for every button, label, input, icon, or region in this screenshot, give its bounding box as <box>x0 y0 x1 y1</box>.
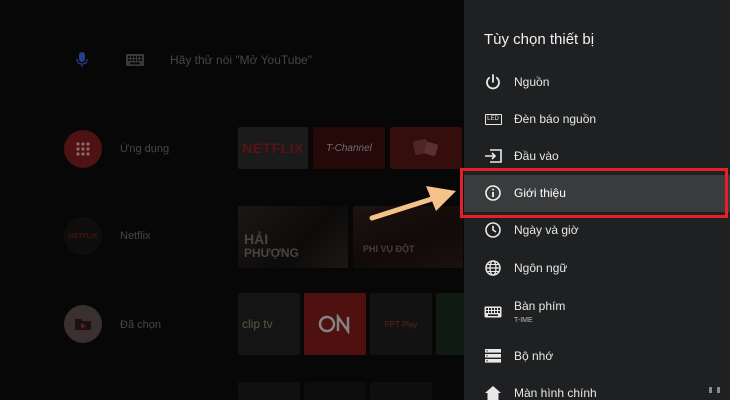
menu-label: Ngày và giờ <box>514 223 579 237</box>
menu-item-language[interactable]: Ngôn ngữ <box>464 250 730 287</box>
menu-item-home-screen[interactable]: Màn hình chính <box>464 375 730 400</box>
menu-sublabel: T-IME <box>514 317 533 324</box>
bottom-tile[interactable] <box>238 382 300 400</box>
movie1-title-line2: PHƯỢNG <box>244 246 299 260</box>
led-icon-text: LED <box>484 113 502 125</box>
tchannel-app-label: T-Channel <box>326 142 372 154</box>
storage-icon <box>484 347 502 365</box>
netflix-app-tile[interactable]: NETFLIX <box>238 127 308 169</box>
power-icon <box>484 73 502 91</box>
menu-label: Đầu vào <box>514 149 559 163</box>
menu-item-power[interactable]: Nguồn <box>464 64 730 101</box>
scroll-indicator-icon <box>709 387 720 393</box>
bottom-tile[interactable] <box>370 382 432 400</box>
movie-tile-phi-vu[interactable]: PHI VỤ ĐỘT <box>353 206 463 268</box>
game-app-tile[interactable] <box>390 127 462 169</box>
menu-label: Giới thiệu <box>514 186 566 200</box>
on-app-tile[interactable]: ON <box>304 293 366 355</box>
playlist-folder-icon[interactable] <box>64 305 102 343</box>
menu-label: Bàn phím <box>514 299 566 313</box>
info-icon <box>484 184 502 202</box>
input-icon <box>484 147 502 165</box>
bottom-tile[interactable] <box>304 382 366 400</box>
movie-tile-hai-phuong[interactable]: HẢI PHƯỢNG <box>238 206 348 268</box>
mic-icon[interactable] <box>76 52 88 68</box>
cliptv-app-label: clip tv <box>242 317 273 331</box>
row-label-selected: Đã chọn <box>120 319 161 331</box>
movie1-title-line1: HẢI <box>244 231 269 247</box>
cliptv-app-tile[interactable]: clip tv <box>238 293 300 355</box>
clock-icon <box>484 221 502 239</box>
netflix-app-label: NETFLIX <box>242 140 304 156</box>
menu-item-storage[interactable]: Bộ nhớ <box>464 338 730 375</box>
search-hint: Hãy thử nói "Mở YouTube" <box>170 53 313 67</box>
netflix-logo-icon[interactable]: NETFLIX <box>64 217 102 255</box>
apps-grid-icon[interactable] <box>64 130 102 168</box>
fptplay-app-label: FPT Play <box>384 319 418 329</box>
menu-item-input[interactable]: Đầu vào <box>464 138 730 175</box>
globe-icon <box>484 259 502 277</box>
partial-app-tile[interactable] <box>436 293 466 355</box>
menu-item-about[interactable]: Giới thiệu <box>464 175 730 212</box>
device-options-panel: Tùy chọn thiết bị Nguồn LED Đèn báo nguồ… <box>464 0 730 400</box>
row-label-netflix: Netflix <box>120 230 151 242</box>
menu-item-date-time[interactable]: Ngày và giờ <box>464 212 730 249</box>
menu-label: Đèn báo nguồn <box>514 112 597 126</box>
menu-item-keyboard[interactable]: Bàn phím T-IME <box>464 293 730 337</box>
tchannel-app-tile[interactable]: T-Channel <box>313 127 385 169</box>
fptplay-app-tile[interactable]: FPT Play <box>370 293 432 355</box>
menu-item-power-led[interactable]: LED Đèn báo nguồn <box>464 101 730 138</box>
movie2-title: PHI VỤ ĐỘT <box>363 244 415 254</box>
home-icon <box>484 384 502 400</box>
panel-title: Tùy chọn thiết bị <box>484 31 595 48</box>
keyboard-icon <box>484 303 502 321</box>
menu-label: Ngôn ngữ <box>514 261 568 275</box>
row-label-apps: Ứng dụng <box>120 143 170 155</box>
menu-label: Màn hình chính <box>514 386 597 400</box>
menu-label: Nguồn <box>514 75 550 89</box>
led-icon: LED <box>484 110 502 128</box>
keyboard-icon[interactable] <box>126 54 144 66</box>
menu-label: Bộ nhớ <box>514 349 554 363</box>
netflix-logo-text: NETFLIX <box>68 232 98 240</box>
on-logo-icon <box>318 314 350 334</box>
dice-icon <box>413 139 438 156</box>
